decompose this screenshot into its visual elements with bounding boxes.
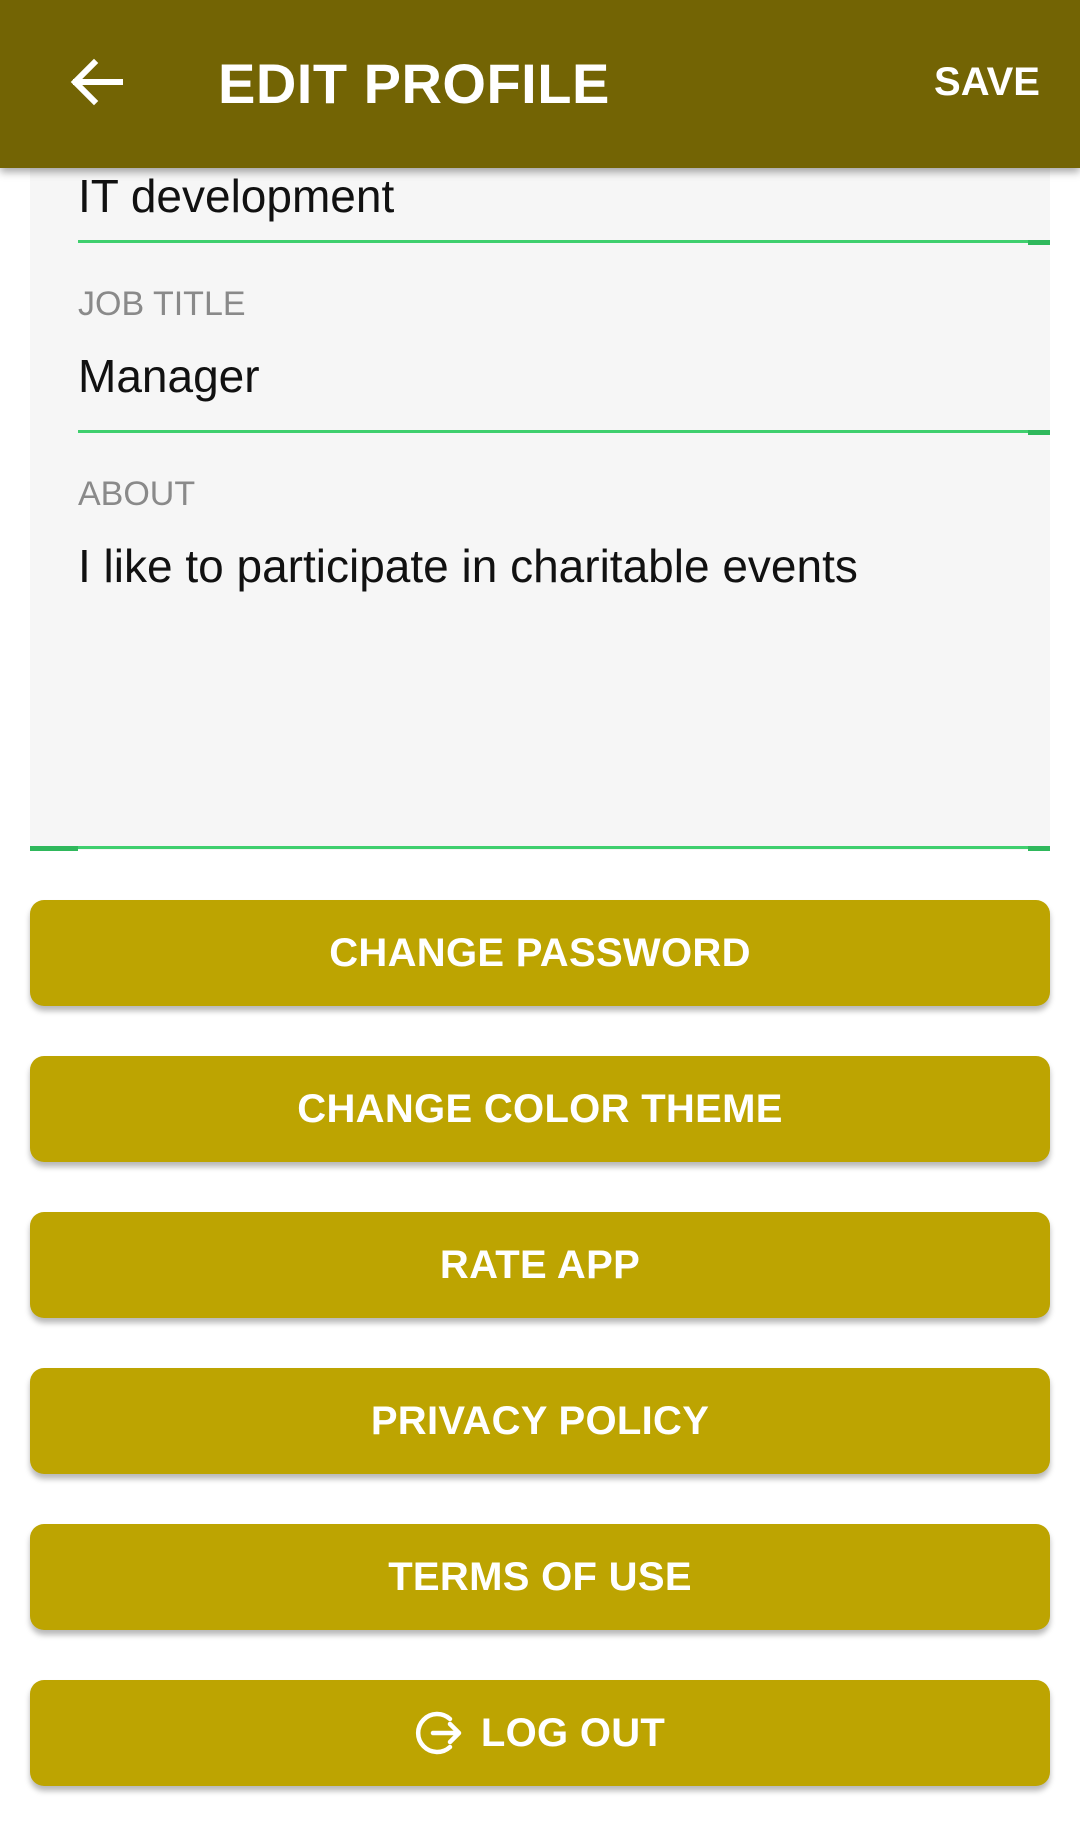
app-bar: EDIT PROFILE SAVE [0,0,1080,168]
privacy-policy-label: PRIVACY POLICY [370,1398,710,1443]
department-field[interactable]: IT development [78,168,394,224]
about-underline [30,846,1050,851]
rate-app-label: RATE APP [439,1242,641,1287]
terms-of-use-label: TERMS OF USE [388,1554,692,1599]
job-title-label: JOB TITLE [78,285,246,323]
change-color-theme-label: CHANGE COLOR THEME [297,1086,783,1131]
about-field[interactable]: I like to participate in charitable even… [78,538,1018,594]
log-out-label: LOG OUT [480,1710,666,1755]
change-password-label: CHANGE PASSWORD [329,930,751,975]
logout-icon [415,1708,465,1758]
change-password-button[interactable]: CHANGE PASSWORD [30,900,1050,1006]
save-button[interactable]: SAVE [924,54,1040,110]
about-label: ABOUT [78,475,196,513]
rate-app-button[interactable]: RATE APP [30,1212,1050,1318]
log-out-button[interactable]: LOG OUT [30,1680,1050,1786]
department-underline [78,240,1050,245]
job-title-field[interactable]: Manager [78,348,260,404]
job-title-underline [78,430,1050,435]
page-title: EDIT PROFILE [218,52,610,115]
privacy-policy-button[interactable]: PRIVACY POLICY [30,1368,1050,1474]
arrow-left-icon [68,58,124,111]
profile-form: IT development JOB TITLE Manager ABOUT I… [30,168,1050,851]
terms-of-use-button[interactable]: TERMS OF USE [30,1524,1050,1630]
back-button[interactable] [56,44,136,124]
change-color-theme-button[interactable]: CHANGE COLOR THEME [30,1056,1050,1162]
